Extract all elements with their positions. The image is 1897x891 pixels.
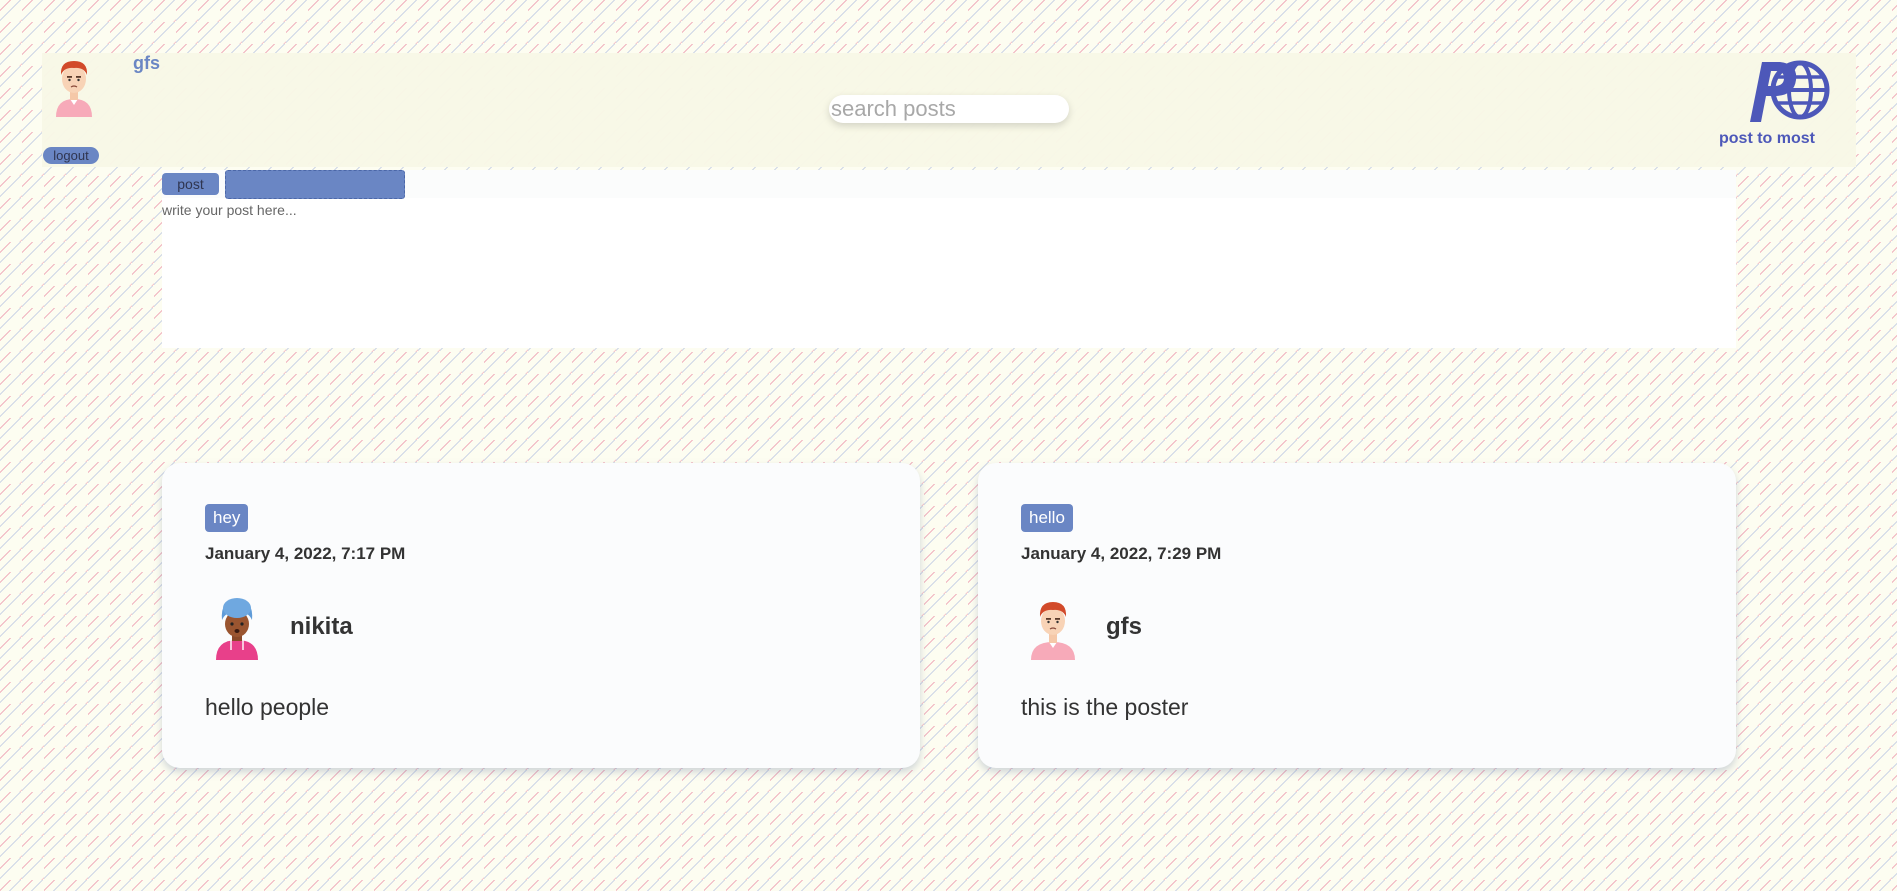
post-date: January 4, 2022, 7:17 PM [205, 544, 406, 563]
post-title-input[interactable] [225, 170, 405, 199]
post-author: nikita [290, 613, 353, 640]
post-composer: post write your post here... [162, 170, 1736, 348]
post-card[interactable]: hello January 4, 2022, 7:29 PM gfs this … [978, 463, 1736, 768]
globe-logo-icon[interactable] [1736, 56, 1832, 130]
current-username[interactable]: gfs [133, 53, 160, 74]
logo-text[interactable]: post to most [1712, 130, 1822, 148]
post-title-badge: hello [1021, 504, 1073, 532]
author-avatar [1031, 602, 1075, 660]
post-author: gfs [1106, 613, 1142, 640]
post-date: January 4, 2022, 7:29 PM [1021, 544, 1222, 563]
author-avatar [216, 598, 258, 660]
post-button[interactable]: post [162, 173, 219, 195]
post-body-textarea[interactable]: write your post here... [162, 202, 297, 218]
user-avatar[interactable] [48, 55, 100, 117]
logout-button[interactable]: logout [43, 147, 99, 164]
search-box[interactable] [829, 95, 1069, 123]
search-input[interactable] [829, 96, 1069, 122]
post-content: this is the poster [1021, 694, 1189, 720]
post-title-badge: hey [205, 504, 249, 532]
post-card[interactable]: hey January 4, 2022, 7:17 PM nikita hell… [162, 463, 920, 768]
post-content: hello people [205, 694, 330, 720]
